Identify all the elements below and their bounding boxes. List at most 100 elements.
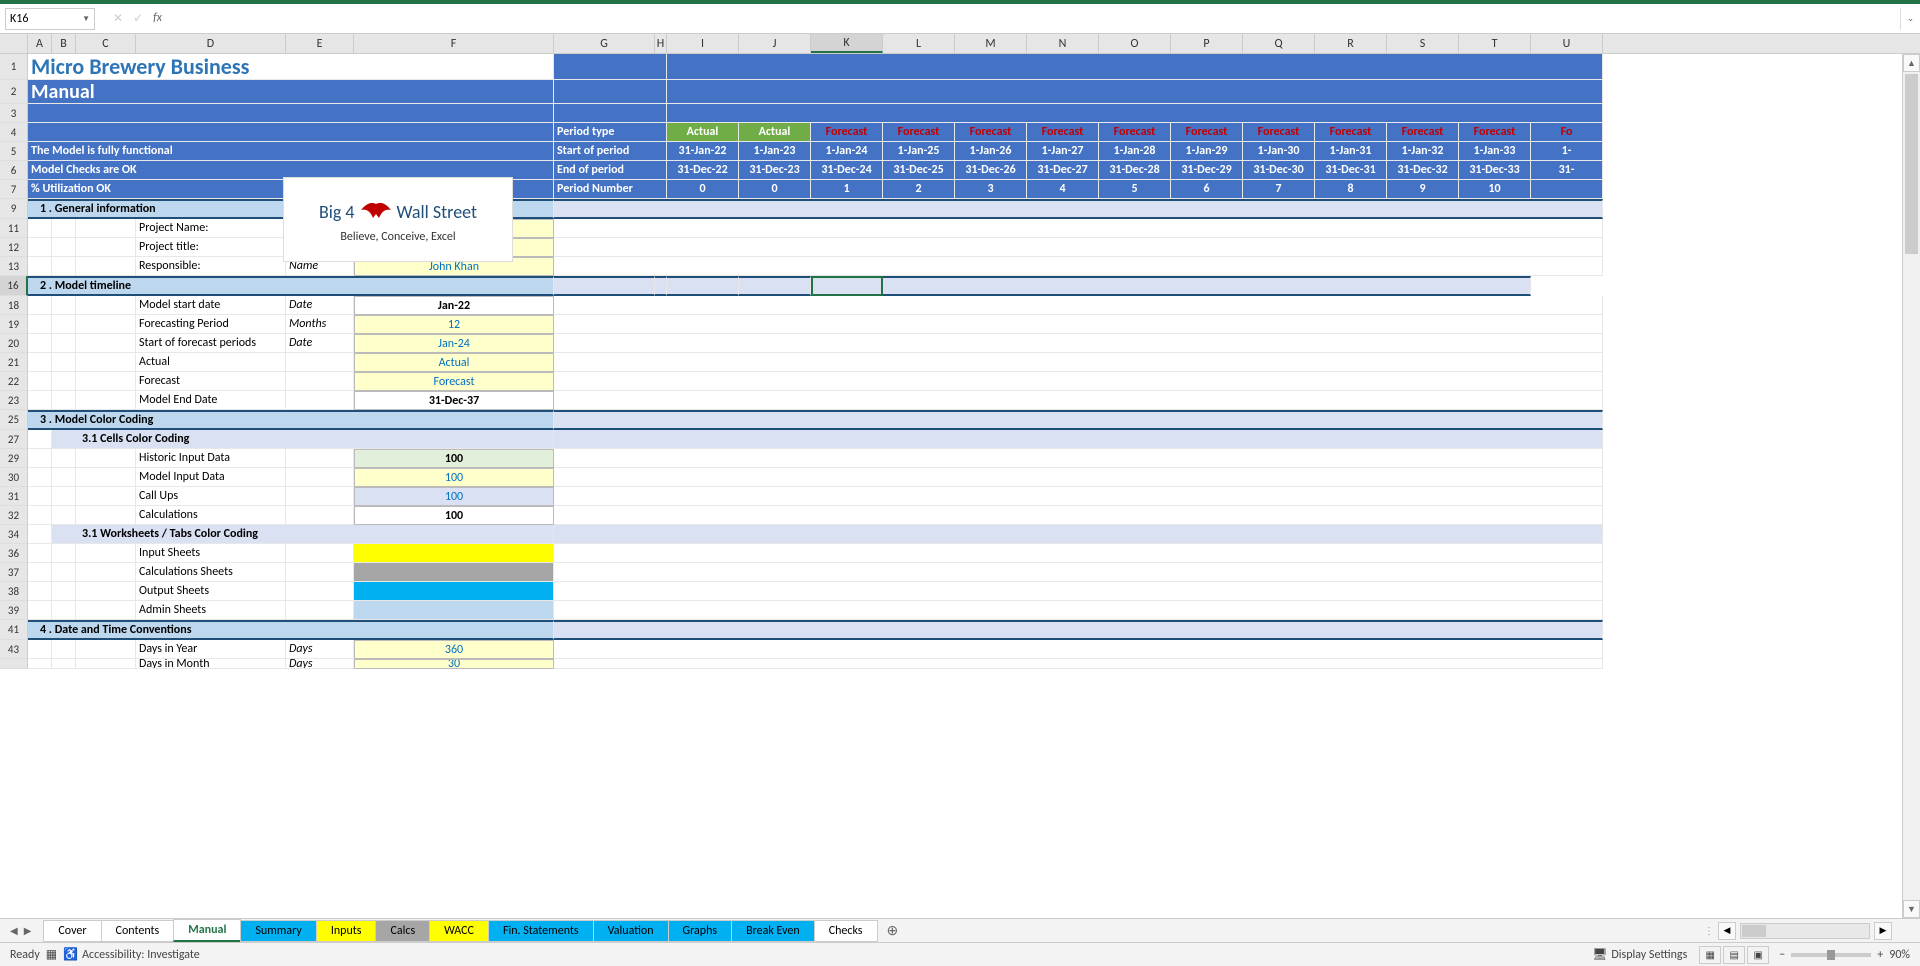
col-L[interactable]: L — [883, 34, 955, 53]
formula-input[interactable] — [172, 8, 1900, 30]
col-D[interactable]: D — [136, 34, 286, 53]
forecasting-period-label[interactable]: Forecasting Period — [136, 315, 286, 334]
selected-cell-k16[interactable] — [811, 276, 883, 296]
end-period-label[interactable]: End of period — [554, 161, 667, 180]
scroll-up-icon[interactable]: ▲ — [1903, 54, 1920, 72]
row-9[interactable]: 9 — [0, 199, 28, 219]
forecast-label[interactable]: Forecast — [136, 372, 286, 391]
status-line-5[interactable]: The Model is fully functional — [28, 142, 554, 161]
accessibility-icon[interactable]: ♿ — [63, 947, 78, 962]
row-13[interactable]: 13 — [0, 257, 28, 276]
display-settings-icon[interactable]: 🖥 — [1592, 947, 1607, 962]
row-41[interactable]: 41 — [0, 620, 28, 640]
col-C[interactable]: C — [76, 34, 136, 53]
row-32[interactable]: 32 — [0, 506, 28, 525]
tab-contents[interactable]: Contents — [101, 920, 175, 942]
add-sheet-icon[interactable]: ⊕ — [877, 919, 909, 942]
period-type-label[interactable]: Period type — [554, 123, 667, 142]
subtitle[interactable]: Manual — [28, 80, 554, 104]
col-H[interactable]: H — [655, 34, 667, 53]
view-normal-icon[interactable]: ▦ — [1699, 946, 1721, 964]
col-G[interactable]: G — [554, 34, 655, 53]
display-settings-label[interactable]: Display Settings — [1611, 948, 1687, 962]
col-P[interactable]: P — [1171, 34, 1243, 53]
macro-icon[interactable]: ▦ — [46, 947, 57, 962]
row-29[interactable]: 29 — [0, 449, 28, 468]
col-B[interactable]: B — [52, 34, 76, 53]
input-sheets-color[interactable] — [354, 544, 554, 563]
start-forecast-label[interactable]: Start of forecast periods — [136, 334, 286, 353]
row-37[interactable]: 37 — [0, 563, 28, 582]
row-16[interactable]: 16 — [0, 276, 28, 296]
section-3-2-header[interactable]: 3.1 Worksheets / Tabs Color Coding — [52, 525, 554, 544]
zoom-level[interactable]: 90% — [1889, 948, 1910, 962]
section-3-header[interactable]: 3 . Model Color Coding — [28, 410, 554, 430]
confirm-icon[interactable]: ✓ — [133, 11, 143, 26]
tab-inputs[interactable]: Inputs — [316, 920, 377, 942]
accessibility-label[interactable]: Accessibility: Investigate — [82, 948, 200, 962]
hscroll-track[interactable] — [1740, 923, 1870, 939]
col-M[interactable]: M — [955, 34, 1027, 53]
tab-checks[interactable]: Checks — [814, 920, 878, 942]
row-30[interactable]: 30 — [0, 468, 28, 487]
spreadsheet-grid[interactable]: 1 Micro Brewery Business 2 Manual 3 4 Pe… — [0, 54, 1920, 669]
row-12[interactable]: 12 — [0, 238, 28, 257]
vertical-scrollbar[interactable]: ▲ ▼ — [1902, 54, 1920, 918]
row-20[interactable]: 20 — [0, 334, 28, 353]
fx-icon[interactable]: fx — [153, 11, 162, 26]
zoom-in-icon[interactable]: + — [1877, 948, 1883, 962]
tab-fin-statements[interactable]: Fin. Statements — [488, 920, 594, 942]
row-23[interactable]: 23 — [0, 391, 28, 410]
col-N[interactable]: N — [1027, 34, 1099, 53]
row-36[interactable]: 36 — [0, 544, 28, 563]
col-R[interactable]: R — [1315, 34, 1387, 53]
actual-label[interactable]: Actual — [136, 353, 286, 372]
responsible-label[interactable]: Responsible: — [136, 257, 286, 276]
row-39[interactable]: 39 — [0, 601, 28, 620]
col-K[interactable]: K — [811, 34, 883, 53]
row-22[interactable]: 22 — [0, 372, 28, 391]
zoom-slider[interactable] — [1791, 953, 1871, 957]
row-44[interactable] — [0, 659, 28, 669]
zoom-out-icon[interactable]: − — [1779, 948, 1785, 962]
section-3-1-header[interactable]: 3.1 Cells Color Coding — [52, 430, 554, 449]
start-period-label[interactable]: Start of period — [554, 142, 667, 161]
col-E[interactable]: E — [286, 34, 354, 53]
title[interactable]: Micro Brewery Business — [28, 54, 554, 80]
col-Q[interactable]: Q — [1243, 34, 1315, 53]
select-all-corner[interactable] — [0, 34, 28, 53]
project-title-label[interactable]: Project title: — [136, 238, 286, 257]
tab-graphs[interactable]: Graphs — [668, 920, 733, 942]
calc-sheets-color[interactable] — [354, 563, 554, 582]
tab-break-even[interactable]: Break Even — [731, 920, 815, 942]
formula-expand-icon[interactable]: ⌄ — [1900, 8, 1920, 30]
tab-nav-next-icon[interactable]: ▶ — [24, 924, 32, 937]
model-start-label[interactable]: Model start date — [136, 296, 286, 315]
col-T[interactable]: T — [1459, 34, 1531, 53]
tab-calcs[interactable]: Calcs — [375, 920, 430, 942]
col-S[interactable]: S — [1387, 34, 1459, 53]
row-38[interactable]: 38 — [0, 582, 28, 601]
col-U[interactable]: U — [1531, 34, 1603, 53]
admin-sheets-color[interactable] — [354, 601, 554, 620]
period-num-label[interactable]: Period Number — [554, 180, 667, 199]
row-31[interactable]: 31 — [0, 487, 28, 506]
hscroll-thumb[interactable] — [1742, 925, 1766, 937]
tab-cover[interactable]: Cover — [43, 920, 101, 942]
row-25[interactable]: 25 — [0, 410, 28, 430]
project-name-label[interactable]: Project Name: — [136, 219, 286, 238]
output-sheets-color[interactable] — [354, 582, 554, 601]
scroll-down-icon[interactable]: ▼ — [1903, 900, 1920, 918]
col-O[interactable]: O — [1099, 34, 1171, 53]
tab-nav-prev-icon[interactable]: ◀ — [10, 924, 18, 937]
tab-wacc[interactable]: WACC — [429, 920, 489, 942]
row-2[interactable]: 2 — [0, 80, 28, 104]
col-F[interactable]: F — [354, 34, 554, 53]
col-J[interactable]: J — [739, 34, 811, 53]
row-19[interactable]: 19 — [0, 315, 28, 334]
row-11[interactable]: 11 — [0, 219, 28, 238]
row-5[interactable]: 5 — [0, 142, 28, 161]
vscroll-thumb[interactable] — [1905, 74, 1918, 254]
model-end-label[interactable]: Model End Date — [136, 391, 286, 410]
tab-valuation[interactable]: Valuation — [593, 920, 669, 942]
